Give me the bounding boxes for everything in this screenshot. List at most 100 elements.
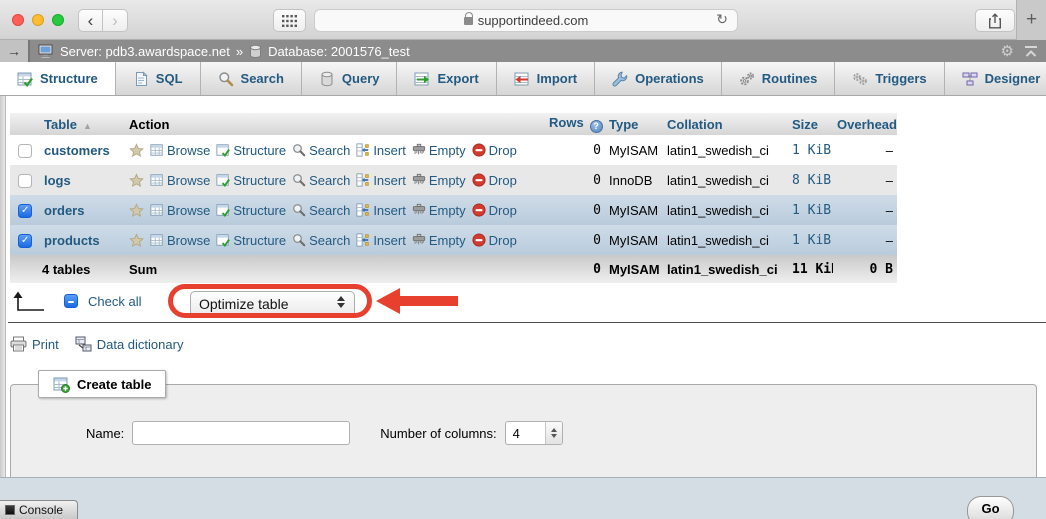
action-empty[interactable]: Empty: [412, 233, 466, 248]
tab-operations[interactable]: Operations: [595, 62, 722, 95]
action-search[interactable]: Search: [292, 203, 350, 218]
row-checkbox[interactable]: [18, 174, 32, 188]
collation: latin1_swedish_ci: [663, 135, 788, 165]
header-action: Action: [125, 113, 545, 135]
settings-gear-icon[interactable]: ⚙: [1001, 42, 1014, 60]
breadcrumb-database-link[interactable]: Database: 2001576_test: [268, 44, 410, 59]
action-structure[interactable]: Structure: [216, 233, 286, 248]
zoom-icon[interactable]: [52, 14, 64, 26]
table-name-link[interactable]: customers: [44, 143, 110, 158]
action-insert[interactable]: Insert: [356, 143, 406, 158]
header-table[interactable]: Table▲: [40, 113, 125, 135]
print-link[interactable]: Print: [32, 337, 59, 352]
action-drop[interactable]: Drop: [472, 233, 517, 248]
share-button[interactable]: [975, 9, 1015, 32]
engine-type: InnoDB: [605, 165, 663, 195]
action-drop[interactable]: Drop: [472, 203, 517, 218]
topbar-right-controls: ⚙: [1001, 40, 1038, 62]
with-selected-dropdown[interactable]: Optimize table: [190, 291, 355, 317]
with-selected-bar: Check all Optimize table: [10, 286, 910, 318]
action-search[interactable]: Search: [292, 233, 350, 248]
overhead: –: [833, 225, 897, 255]
stepper-arrows-icon[interactable]: [545, 422, 562, 444]
star-icon[interactable]: [129, 143, 144, 158]
empty-icon: [412, 233, 426, 247]
table-name-link[interactable]: products: [44, 233, 100, 248]
header-type[interactable]: Type: [605, 113, 663, 135]
tab-query[interactable]: Query: [302, 62, 398, 95]
tab-structure[interactable]: Structure: [0, 62, 116, 95]
expand-nav-button[interactable]: →: [0, 40, 30, 62]
action-browse[interactable]: Browse: [150, 233, 210, 248]
tab-search[interactable]: Search: [201, 62, 302, 95]
tab-import[interactable]: Import: [497, 62, 595, 95]
star-icon[interactable]: [129, 203, 144, 218]
back-button[interactable]: ‹: [78, 9, 103, 32]
tab-overview-button[interactable]: [273, 9, 306, 32]
data-dictionary-link[interactable]: Data dictionary: [97, 337, 184, 352]
pma-breadcrumb-bar: → Server: pdb3.awardspace.net » Database…: [0, 40, 1046, 62]
action-browse[interactable]: Browse: [150, 203, 210, 218]
action-drop[interactable]: Drop: [472, 143, 517, 158]
header-rows[interactable]: Rows?: [545, 113, 605, 135]
table-name-input[interactable]: [132, 421, 350, 445]
table-name-link[interactable]: orders: [44, 203, 84, 218]
columns-count-stepper[interactable]: 4: [505, 421, 563, 445]
tables-count: 4 tables: [10, 255, 125, 283]
check-all-checkbox[interactable]: [64, 294, 78, 308]
tab-export[interactable]: Export: [397, 62, 496, 95]
action-insert[interactable]: Insert: [356, 203, 406, 218]
tab-designer[interactable]: Designer: [945, 62, 1046, 95]
address-bar[interactable]: supportindeed.com ↻: [314, 9, 738, 32]
breadcrumb: Server: pdb3.awardspace.net » Database: …: [38, 44, 410, 59]
sum-label: Sum: [125, 255, 545, 283]
forward-button[interactable]: ›: [103, 9, 128, 32]
header-size[interactable]: Size: [788, 113, 833, 135]
action-structure[interactable]: Structure: [216, 143, 286, 158]
row-checkbox[interactable]: [18, 144, 32, 158]
header-collation[interactable]: Collation: [663, 113, 788, 135]
empty-icon: [412, 173, 426, 187]
tab-sql[interactable]: SQL: [116, 62, 201, 95]
check-all-link[interactable]: Check all: [88, 294, 141, 309]
nav-panel-resizer[interactable]: [0, 96, 6, 519]
table-name-link[interactable]: logs: [44, 173, 71, 188]
action-structure[interactable]: Structure: [216, 203, 286, 218]
engine-type: MyISAM: [605, 195, 663, 225]
go-button[interactable]: Go: [967, 496, 1014, 519]
action-insert[interactable]: Insert: [356, 173, 406, 188]
action-search[interactable]: Search: [292, 143, 350, 158]
phpmyadmin-window: ‹ › supportindeed.com ↻ + → Server: pdb3…: [0, 0, 1046, 519]
minimize-icon[interactable]: [32, 14, 44, 26]
empty-icon: [412, 143, 426, 157]
action-structure[interactable]: Structure: [216, 173, 286, 188]
action-drop[interactable]: Drop: [472, 173, 517, 188]
action-search[interactable]: Search: [292, 173, 350, 188]
row-checkbox[interactable]: [18, 234, 32, 248]
breadcrumb-server-link[interactable]: Server: pdb3.awardspace.net: [60, 44, 230, 59]
action-insert[interactable]: Insert: [356, 233, 406, 248]
tab-routines[interactable]: Routines: [722, 62, 836, 95]
action-empty[interactable]: Empty: [412, 203, 466, 218]
tab-triggers[interactable]: Triggers: [835, 62, 944, 95]
header-overhead[interactable]: Overhead: [833, 113, 897, 135]
export-icon: [414, 71, 430, 87]
insert-icon: [356, 203, 370, 217]
console-toggle[interactable]: Console: [0, 500, 78, 519]
refresh-icon[interactable]: ↻: [716, 12, 728, 28]
star-icon[interactable]: [129, 173, 144, 188]
collapse-top-icon[interactable]: [1024, 45, 1038, 58]
action-browse[interactable]: Browse: [150, 143, 210, 158]
action-browse[interactable]: Browse: [150, 173, 210, 188]
triggers-icon: [852, 71, 868, 87]
close-icon[interactable]: [12, 14, 24, 26]
data-dictionary-icon: [75, 336, 92, 352]
row-checkbox[interactable]: [18, 204, 32, 218]
help-icon[interactable]: ?: [590, 120, 603, 133]
selected-option: Optimize table: [199, 296, 288, 312]
star-icon[interactable]: [129, 233, 144, 248]
action-empty[interactable]: Empty: [412, 173, 466, 188]
tab-label: Structure: [40, 71, 98, 86]
new-tab-button[interactable]: +: [1016, 0, 1046, 40]
action-empty[interactable]: Empty: [412, 143, 466, 158]
